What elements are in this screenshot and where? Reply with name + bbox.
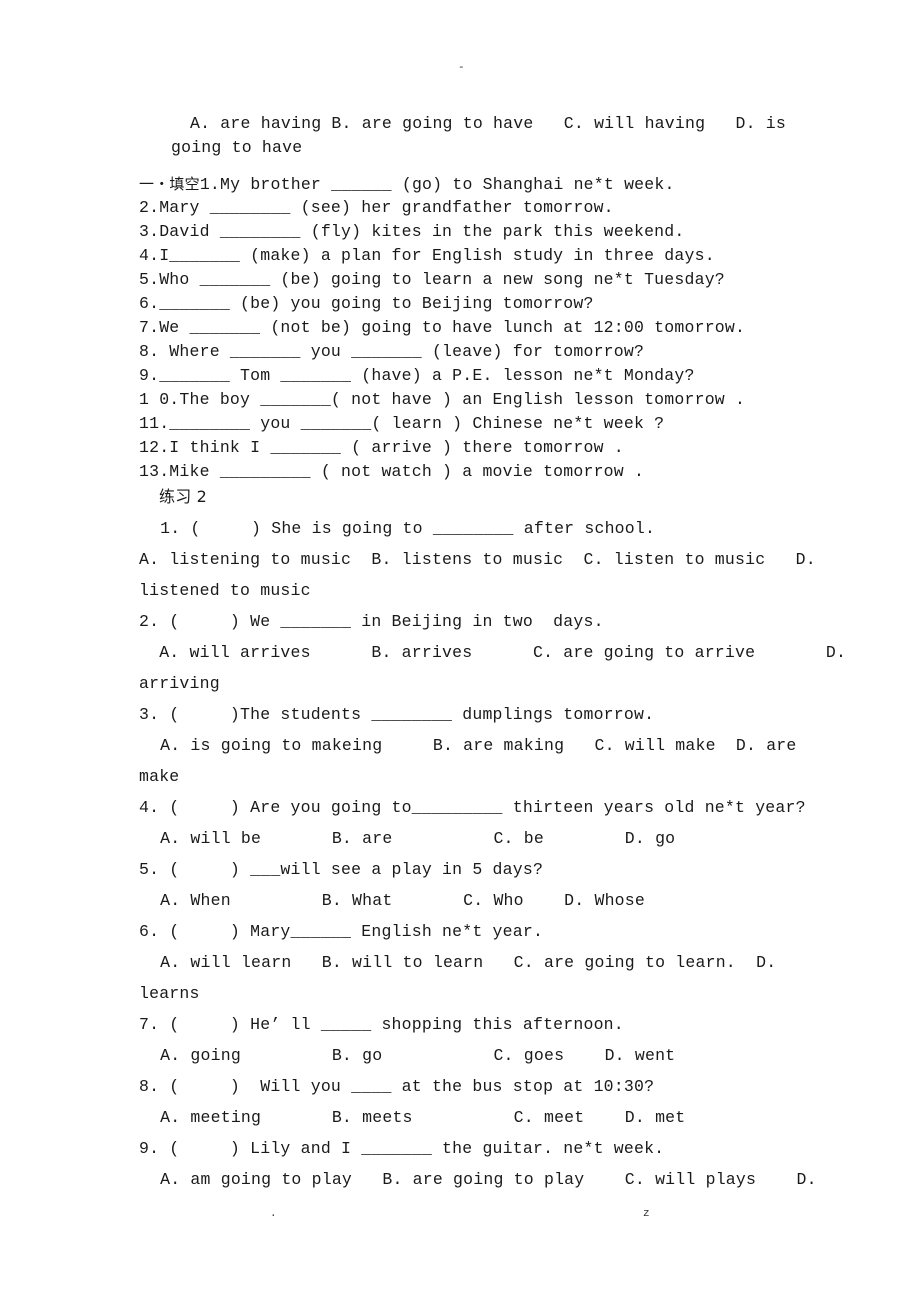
section1-item-12: 12.I think I _______ ( arrive ) there to…	[139, 438, 624, 457]
section2-line: listened to music	[139, 581, 311, 600]
section2-line: A. When B. What C. Who D. Whose	[150, 891, 645, 910]
section1-item-3: 3.David ________ (fly) kites in the park…	[139, 222, 685, 241]
section1-item-2: 2.Mary ________ (see) her grandfather to…	[139, 198, 614, 217]
section2-line: 3. ( )The students ________ dumplings to…	[139, 705, 655, 724]
section2-line: A. going B. go C. goes D. went	[150, 1046, 676, 1065]
section1-item-9: 9._______ Tom _______ (have) a P.E. less…	[139, 366, 695, 385]
section2-line: 4. ( ) Are you going to_________ thirtee…	[139, 798, 806, 817]
section2-line: make	[139, 767, 180, 786]
section2-line: A. am going to play B. are going to play…	[150, 1170, 817, 1189]
section1-item-8: 8. Where _______ you _______ (leave) for…	[139, 342, 645, 361]
section2-line: A. will be B. are C. be D. go	[150, 829, 676, 848]
section2-line: A. listening to music B. listens to musi…	[139, 550, 816, 569]
section2-line: 7. ( ) He’ ll _____ shopping this aftern…	[139, 1015, 624, 1034]
section2-title: 练习 2	[159, 487, 208, 506]
section2-line: A. will learn B. will to learn C. are go…	[150, 953, 777, 972]
intro-options-line-1: A. are having B. are going to have C. wi…	[190, 114, 786, 133]
section2-line: 2. ( ) We _______ in Beijing in two days…	[139, 612, 604, 631]
section2-line: 9. ( ) Lily and I _______ the guitar. ne…	[139, 1139, 665, 1158]
section1-item-4: 4.I_______ (make) a plan for English stu…	[139, 246, 715, 265]
section2-line: 8. ( ) Will you ____ at the bus stop at …	[139, 1077, 655, 1096]
section2-line: 1. ( ) She is going to ________ after sc…	[150, 519, 656, 538]
page-footer-left-mark: .	[270, 1208, 277, 1220]
section2-line: learns	[139, 984, 200, 1003]
section2-line: A. will arrives B. arrives C. are going …	[139, 643, 847, 662]
section1-title: 一・填空	[139, 175, 200, 193]
section2-line: 5. ( ) ___will see a play in 5 days?	[139, 860, 544, 879]
section2-line: A. is going to makeing B. are making C. …	[150, 736, 797, 755]
page-footer-right-mark: z	[643, 1208, 650, 1220]
section1-item-6: 6._______ (be) you going to Beijing tomo…	[139, 294, 594, 313]
intro-options-line-2: going to have	[171, 138, 303, 157]
section2-line: A. meeting B. meets C. meet D. met	[150, 1108, 686, 1127]
section1-item-5: 5.Who _______ (be) going to learn a new …	[139, 270, 725, 289]
section1-item-10: 1 0.The boy _______( not have ) an Engli…	[139, 390, 746, 409]
page-header-mark: -	[458, 62, 465, 74]
section1-item-13: 13.Mike _________ ( not watch ) a movie …	[139, 462, 645, 481]
section2-line: 6. ( ) Mary______ English ne*t year.	[139, 922, 544, 941]
question-text: 1.My brother ______ (go) to Shanghai ne*…	[199, 175, 675, 194]
section1-item-7: 7.We _______ (not be) going to have lunc…	[139, 318, 746, 337]
section2-line: arriving	[139, 674, 220, 693]
section1-item-1: 一・填空1.My brother ______ (go) to Shanghai…	[139, 174, 675, 195]
section1-item-11: 11.________ you _______( learn ) Chinese…	[139, 414, 665, 433]
